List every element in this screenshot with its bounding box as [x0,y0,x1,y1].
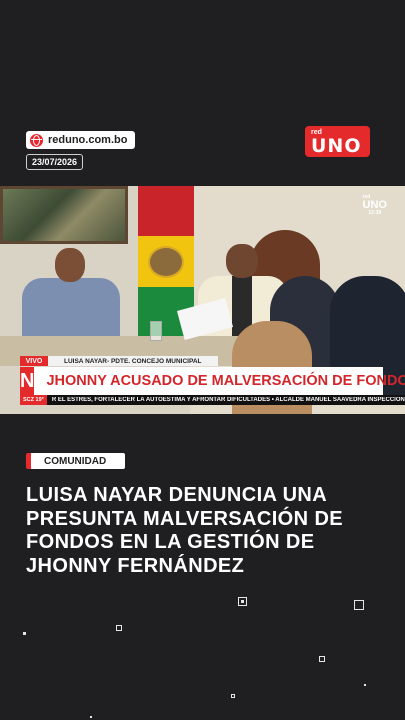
logo-big-text: UNO [311,135,362,157]
n-badge-icon: N [20,367,35,395]
red-uno-logo: red UNO [305,126,370,157]
decor-square [116,625,122,631]
news-post: reduno.com.bo 23/07/2026 red UNO red UNO… [0,0,405,720]
wall-painting [0,186,128,244]
live-badge: VIVO [20,356,48,366]
article-title: LUISA NAYAR DENUNCIA UNA PRESUNTA MALVER… [26,484,344,577]
speaker-name: LUISA NAYAR- PDTE. CONCEJO MUNICIPAL [48,356,218,366]
decor-dot [241,600,244,603]
lower-third-top: VIVO LUISA NAYAR- PDTE. CONCEJO MUNICIPA… [20,356,380,366]
video-headline: JHONNY ACUSADO DE MALVERSACIÓN DE FONDOS [46,373,405,389]
lower-third-ticker: SCZ 19° R EL ESTRÉS, FORTALECER LA AUTOE… [20,395,405,405]
site-url: reduno.com.bo [48,134,128,146]
video-logo: red UNO 12:39 [362,194,387,216]
globe-icon [30,133,43,147]
flag-emblem [148,246,184,278]
category-badge[interactable]: COMUNIDAD [26,453,125,469]
decor-square [354,600,364,610]
site-badge[interactable]: reduno.com.bo [26,131,136,149]
water-glass [150,321,162,341]
decor-dot [23,632,26,635]
date-badge: 23/07/2026 [26,154,84,170]
video-frame[interactable]: red UNO 12:39 VIVO LUISA NAYAR- PDTE. CO… [0,186,405,414]
location-temp: SCZ 19° [20,395,47,405]
lower-third-headline: N JHONNY ACUSADO DE MALVERSACIÓN DE FOND… [20,367,405,395]
decor-square [319,656,325,662]
decor-dot [90,716,92,718]
decor-square [231,694,235,698]
decor-dot [364,684,366,686]
ticker-text: R EL ESTRÉS, FORTALECER LA AUTOESTIMA Y … [51,397,405,403]
